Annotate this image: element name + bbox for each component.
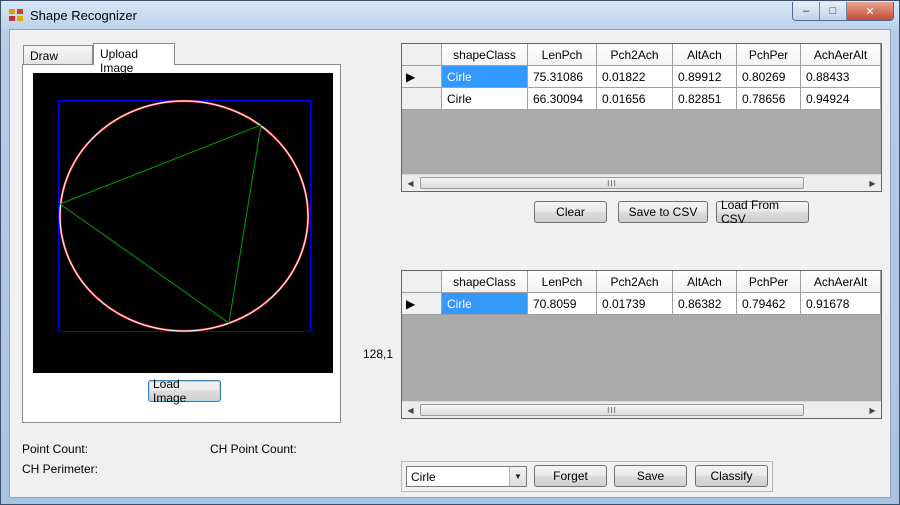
table-cell[interactable]: 0.80269: [737, 66, 801, 88]
tab-draw-shape[interactable]: Draw Shape: [23, 45, 93, 77]
scroll-right-icon[interactable]: ▶: [864, 175, 881, 191]
scroll-left-icon[interactable]: ◀: [402, 402, 419, 418]
table-cell[interactable]: 0.88433: [801, 66, 881, 88]
classify-button[interactable]: Classify: [695, 465, 768, 487]
class-select[interactable]: Cirle ▼: [406, 466, 527, 487]
class-select-value: Cirle: [411, 469, 436, 484]
table-cell[interactable]: 0.01822: [597, 66, 673, 88]
save-to-csv-label: Save to CSV: [628, 205, 698, 219]
grip-icon: III: [607, 178, 617, 188]
row-selector[interactable]: ▶: [402, 66, 442, 88]
training-data-grid[interactable]: shapeClass LenPch Pch2Ach AltAch PchPer …: [401, 43, 882, 192]
table-cell[interactable]: Cirle: [442, 88, 528, 110]
table-cell[interactable]: 0.01739: [597, 293, 673, 315]
current-shape-grid[interactable]: shapeClass LenPch Pch2Ach AltAch PchPer …: [401, 270, 882, 419]
minimize-icon: –: [802, 5, 810, 17]
row-selector[interactable]: ▶: [402, 293, 442, 315]
table-cell[interactable]: 75.31086: [528, 66, 597, 88]
column-header[interactable]: LenPch: [528, 271, 597, 293]
row-selector[interactable]: [402, 88, 442, 110]
save-to-csv-button[interactable]: Save to CSV: [618, 201, 708, 223]
upload-image-panel: Load Image: [22, 64, 341, 423]
chevron-down-icon[interactable]: ▼: [509, 467, 526, 486]
column-header[interactable]: Pch2Ach: [597, 271, 673, 293]
maximize-button[interactable]: □: [820, 2, 847, 20]
load-image-button[interactable]: Load Image: [148, 377, 221, 405]
scroll-right-icon[interactable]: ▶: [864, 402, 881, 418]
table-cell[interactable]: 0.86382: [673, 293, 737, 315]
window-title: Shape Recognizer: [30, 8, 137, 23]
load-image-label: Load Image: [153, 377, 187, 405]
image-canvas: [33, 73, 333, 373]
minimize-button[interactable]: –: [793, 2, 820, 20]
table-cell[interactable]: 0.94924: [801, 88, 881, 110]
column-header[interactable]: shapeClass: [442, 271, 528, 293]
scroll-thumb[interactable]: III: [420, 177, 804, 189]
save-button[interactable]: Save: [614, 465, 687, 487]
table-cell[interactable]: 0.91678: [801, 293, 881, 315]
forget-label: Forget: [553, 469, 588, 483]
table-row[interactable]: ▶ Cirle 75.31086 0.01822 0.89912 0.80269…: [402, 66, 881, 88]
save-label: Save: [636, 469, 665, 483]
grid-header: shapeClass LenPch Pch2Ach AltAch PchPer …: [402, 271, 881, 293]
load-from-csv-label: Load From CSV: [721, 198, 780, 226]
table-cell[interactable]: 0.89912: [673, 66, 737, 88]
column-header[interactable]: LenPch: [528, 44, 597, 66]
clear-button[interactable]: Clear: [534, 201, 607, 223]
table-cell[interactable]: 66.30094: [528, 88, 597, 110]
grid-header: shapeClass LenPch Pch2Ach AltAch PchPer …: [402, 44, 881, 66]
ch-perimeter-label: CH Perimeter:: [22, 462, 99, 476]
column-header[interactable]: PchPer: [737, 271, 801, 293]
row-pointer-icon: ▶: [406, 296, 416, 311]
forget-button[interactable]: Forget: [534, 465, 607, 487]
scroll-thumb[interactable]: III: [420, 404, 804, 416]
coordinate-readout: 128,1: [363, 347, 394, 361]
table-cell[interactable]: 70.8059: [528, 293, 597, 315]
tab-upload-image[interactable]: Upload Image: [93, 43, 175, 75]
horizontal-scrollbar[interactable]: ◀ III ▶: [402, 401, 881, 418]
title-bar[interactable]: Shape Recognizer – □ ✕: [1, 1, 899, 29]
table-cell[interactable]: 0.01656: [597, 88, 673, 110]
column-header[interactable]: AltAch: [673, 44, 737, 66]
row-pointer-icon: ▶: [406, 69, 416, 84]
row-header-corner: [402, 271, 442, 293]
table-cell[interactable]: 0.82851: [673, 88, 737, 110]
table-cell[interactable]: Cirle: [442, 66, 528, 88]
column-header[interactable]: AltAch: [673, 271, 737, 293]
table-cell[interactable]: 0.79462: [737, 293, 801, 315]
client-area: Draw Shape Upload Image Load Image Point…: [9, 29, 891, 498]
column-header[interactable]: PchPer: [737, 44, 801, 66]
maximize-icon: □: [829, 5, 837, 17]
clear-label: Clear: [556, 205, 585, 219]
table-cell[interactable]: 0.78656: [737, 88, 801, 110]
grip-icon: III: [607, 405, 617, 415]
table-row[interactable]: Cirle 66.30094 0.01656 0.82851 0.78656 0…: [402, 88, 881, 110]
column-header[interactable]: Pch2Ach: [597, 44, 673, 66]
column-header[interactable]: AchAerAlt: [801, 271, 881, 293]
caption-buttons: – □ ✕: [792, 2, 894, 21]
table-row[interactable]: ▶ Cirle 70.8059 0.01739 0.86382 0.79462 …: [402, 293, 881, 315]
close-button[interactable]: ✕: [847, 2, 893, 20]
table-cell[interactable]: Cirle: [442, 293, 528, 315]
point-count-label: Point Count:: [22, 442, 89, 456]
scroll-left-icon[interactable]: ◀: [402, 175, 419, 191]
column-header[interactable]: AchAerAlt: [801, 44, 881, 66]
tab-label: Upload Image: [100, 47, 139, 75]
classify-label: Classify: [710, 469, 753, 483]
ch-point-count-label: CH Point Count:: [210, 442, 297, 456]
column-header[interactable]: shapeClass: [442, 44, 528, 66]
close-icon: ✕: [865, 5, 875, 18]
app-window: Shape Recognizer – □ ✕ Draw Shape Upload…: [0, 0, 900, 505]
horizontal-scrollbar[interactable]: ◀ III ▶: [402, 174, 881, 191]
app-icon: [9, 9, 23, 21]
row-header-corner: [402, 44, 442, 66]
load-from-csv-button[interactable]: Load From CSV: [716, 198, 809, 226]
